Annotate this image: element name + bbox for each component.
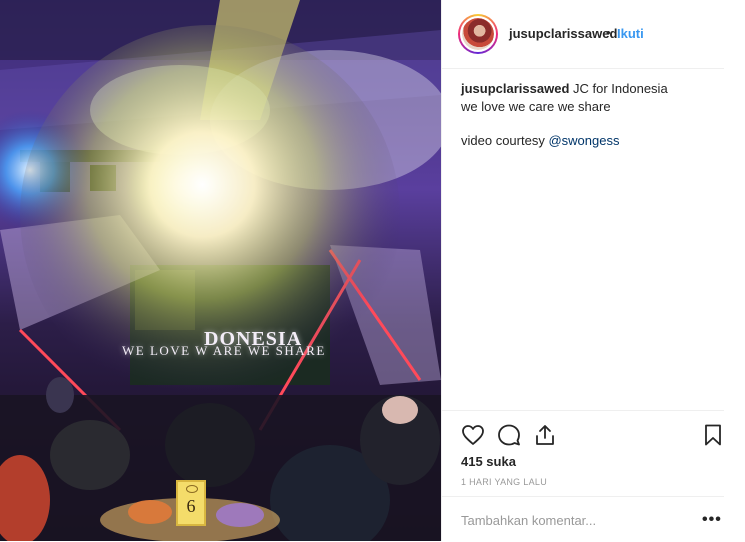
screen-subtitle-text: WE LOVE W ARE WE SHARE — [122, 343, 326, 358]
bookmark-icon[interactable] — [701, 423, 725, 447]
follow-button[interactable]: Ikuti — [617, 26, 644, 41]
caption-text: JC for Indonesia — [573, 81, 668, 96]
caption-courtesy-line: video courtesy @swongess — [461, 132, 726, 150]
video-frame — [0, 0, 441, 541]
more-options-icon[interactable]: ••• — [702, 511, 722, 529]
comment-bar: Tambahkan komentar... ••• — [442, 496, 724, 542]
comment-input[interactable]: Tambahkan komentar... — [461, 513, 596, 528]
post-video[interactable]: DONESIA WE LOVE W ARE WE SHARE 6 — [0, 0, 441, 541]
share-icon[interactable] — [533, 423, 557, 447]
post-timestamp[interactable]: 1 HARI YANG LALU — [461, 477, 547, 487]
post-details-panel: jusupclarissawed • Ikuti jusupclarissawe… — [441, 0, 745, 541]
post-caption: jusupclarissawed JC for Indonesia we lov… — [461, 80, 726, 150]
mention-link[interactable]: @swongess — [548, 133, 619, 148]
post-header: jusupclarissawed • Ikuti — [442, 0, 724, 69]
crest-icon — [186, 485, 198, 493]
username-link[interactable]: jusupclarissawed — [509, 26, 617, 41]
comment-icon[interactable] — [497, 423, 521, 447]
caption-courtesy-text: video courtesy — [461, 133, 549, 148]
table-number-card: 6 — [176, 480, 206, 526]
avatar-image — [462, 18, 494, 50]
caption-line-2: we love we care we share — [461, 99, 611, 114]
table-number-text: 6 — [186, 496, 196, 516]
caption-username-link[interactable]: jusupclarissawed — [461, 81, 569, 96]
heart-icon[interactable] — [461, 423, 485, 447]
separator-dot: • — [606, 25, 611, 40]
likes-count[interactable]: 415 suka — [461, 454, 516, 469]
action-bar — [442, 410, 724, 446]
avatar[interactable] — [458, 14, 498, 54]
